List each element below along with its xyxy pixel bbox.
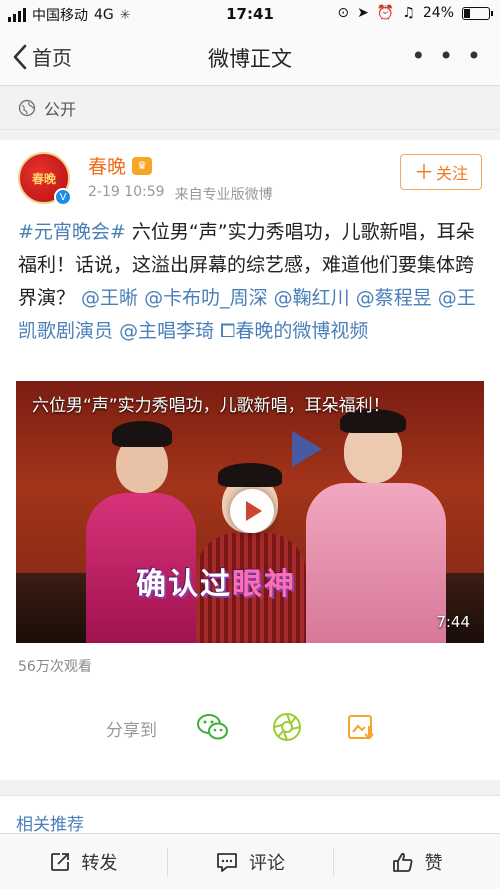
video-link[interactable]: ⧠春晚的微博视频 xyxy=(220,320,368,342)
like-label: 赞 xyxy=(424,852,443,874)
share-label: 分享到 xyxy=(106,721,157,741)
nav-bar: 首页 微博正文 • • • xyxy=(0,28,500,86)
share-row: 分享到 xyxy=(0,708,500,748)
post-time: 2-19 10:59 xyxy=(88,184,165,200)
video-caption: 确认过眼神 xyxy=(136,559,296,603)
status-right: ⊙ ➤ ⏰ ♫ 24% xyxy=(337,5,493,21)
performer-hair xyxy=(218,463,282,487)
avatar-text: 春晚 xyxy=(31,171,56,186)
comment-label: 评论 xyxy=(249,852,285,874)
headphones-icon: ♫ xyxy=(402,5,415,21)
visibility-label: 公开 xyxy=(44,99,77,119)
video-player[interactable]: 六位男“声”实力秀唱功，儿歌新唱，耳朵福利！ 确认过眼神 7:44 xyxy=(16,381,484,643)
stage-arrow-decoration xyxy=(292,431,322,467)
performer-figure xyxy=(306,483,446,643)
view-count: 56万次观看 xyxy=(18,659,92,675)
vip-crown-icon: ♛ xyxy=(132,156,153,175)
battery-icon xyxy=(462,6,493,20)
comment-button[interactable]: 评论 xyxy=(166,834,334,889)
play-button[interactable] xyxy=(230,489,274,533)
post-card: 春晚 V 春晚 ♛ 2-19 10:59 来自专业版微博 ＋ 关注 #元宵晚会#… xyxy=(0,140,500,780)
chevron-left-icon xyxy=(13,44,27,69)
repost-button[interactable]: 转发 xyxy=(0,834,167,889)
status-bar: 中国移动 4G ✳ 17:41 ⊙ ➤ ⏰ ♫ 24% xyxy=(0,0,500,28)
globe-icon xyxy=(18,99,36,116)
username[interactable]: 春晚 ♛ xyxy=(88,152,153,179)
repost-icon xyxy=(51,852,70,871)
mention-link[interactable]: @蔡程昱 xyxy=(356,287,432,309)
battery-level xyxy=(464,8,470,18)
download-image-icon xyxy=(348,715,374,740)
video-title: 六位男“声”实力秀唱功，儿歌新唱，耳朵福利！ xyxy=(32,396,390,416)
post-source: 来自专业版微博 xyxy=(174,187,273,203)
more-button[interactable]: • • • xyxy=(411,42,484,70)
like-button[interactable]: 赞 xyxy=(333,834,500,889)
back-label: 首页 xyxy=(32,46,72,70)
save-image-button[interactable] xyxy=(344,710,378,744)
video-caption-a: 确认过 xyxy=(136,567,232,602)
wechat-share-button[interactable] xyxy=(196,710,230,744)
mention-link[interactable]: @卡布叻_周深 xyxy=(144,287,268,309)
post-meta: 2-19 10:59 来自专业版微博 xyxy=(88,184,273,204)
video-duration: 7:44 xyxy=(436,613,470,631)
follow-button[interactable]: ＋ 关注 xyxy=(400,154,482,190)
plus-icon: ＋ xyxy=(413,160,434,184)
mention-link[interactable]: @王晰 xyxy=(81,287,138,309)
verified-badge-icon: V xyxy=(54,188,72,206)
visibility-row: 公开 xyxy=(0,86,500,130)
comment-icon xyxy=(217,852,237,872)
alarm-icon: ⏰ xyxy=(376,5,395,21)
repost-label: 转发 xyxy=(81,852,118,874)
thumbs-up-icon xyxy=(392,852,413,872)
username-label: 春晚 xyxy=(88,156,127,178)
back-button[interactable]: 首页 xyxy=(12,42,72,71)
battery-percent: 24% xyxy=(422,5,454,21)
mention-link[interactable]: @主唱李琦 xyxy=(119,320,214,342)
moments-share-button[interactable] xyxy=(270,710,304,744)
orientation-lock-icon: ⊙ xyxy=(337,5,350,21)
wechat-icon xyxy=(197,714,228,740)
mention-link[interactable]: @鞠红川 xyxy=(274,287,350,309)
follow-label: 关注 xyxy=(435,164,468,183)
video-caption-b: 眼神 xyxy=(232,567,296,602)
performer-hair xyxy=(112,421,172,447)
hashtag-link[interactable]: #元宵晚会# xyxy=(18,221,126,243)
related-label: 相关推荐 xyxy=(16,815,84,835)
bottom-action-bar: 转发 评论 赞 xyxy=(0,833,500,889)
video-link-label: 春晚的微博视频 xyxy=(235,320,369,342)
video-link-icon: ⧠ xyxy=(220,320,236,342)
location-icon: ➤ xyxy=(357,5,369,21)
post-text: #元宵晚会# 六位男“声”实力秀唱功，儿歌新唱，耳朵福利！话说，这溢出屏幕的综艺… xyxy=(18,216,486,348)
aperture-icon xyxy=(273,713,301,741)
